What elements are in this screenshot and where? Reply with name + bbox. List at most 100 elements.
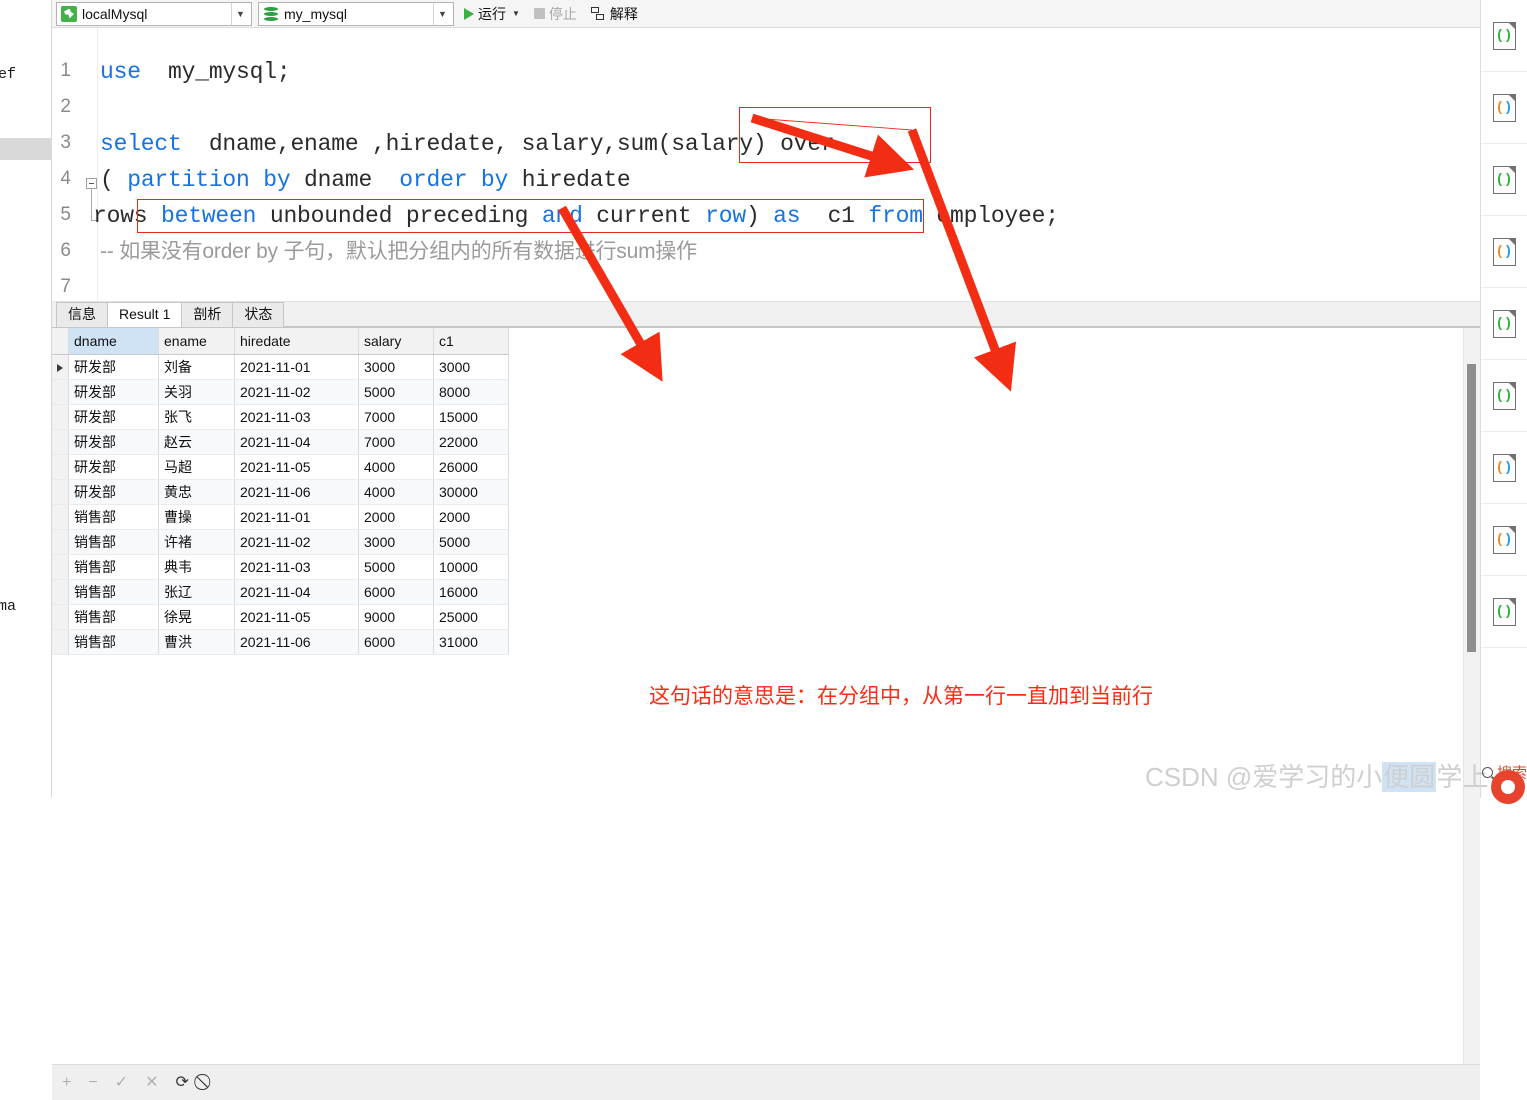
table-row[interactable]: 销售部 曹操 2021-11-01 2000 2000 [52,504,509,530]
cell-hiredate[interactable]: 2021-11-05 [234,454,359,480]
result-grid-body[interactable]: 研发部 刘备 2021-11-01 3000 3000 研发部 关羽 2021-11-02 50… [52,354,509,655]
chevron-down-icon[interactable]: ▼ [512,9,520,18]
cell-dname[interactable]: 研发部 [68,379,159,405]
rail-query-item-6[interactable]: () [1481,432,1527,504]
cell-c1[interactable]: 10000 [433,554,509,580]
cell-salary[interactable]: 4000 [358,479,434,505]
table-row[interactable]: 销售部 曹洪 2021-11-06 6000 31000 [52,629,509,655]
sql-code-editor[interactable]: 1 2 3 4 5 6 7 use my_mysql; select dname… [52,28,1480,302]
cell-dname[interactable]: 销售部 [68,504,159,530]
cell-dname[interactable]: 研发部 [68,404,159,430]
cell-hiredate[interactable]: 2021-11-04 [234,579,359,605]
cell-ename[interactable]: 关羽 [158,379,235,405]
table-row[interactable]: 销售部 徐晃 2021-11-05 9000 25000 [52,604,509,630]
column-header-salary[interactable]: salary [358,328,434,355]
cell-ename[interactable]: 典韦 [158,554,235,580]
cell-ename[interactable]: 赵云 [158,429,235,455]
cell-salary[interactable]: 3000 [358,354,434,380]
column-header-hiredate[interactable]: hiredate [234,328,359,355]
rail-query-item-4[interactable]: () [1481,288,1527,360]
result-tab-3[interactable]: 状态 [232,302,285,327]
rail-query-item-0[interactable]: () [1481,0,1527,72]
cell-hiredate[interactable]: 2021-11-05 [234,604,359,630]
column-header-ename[interactable]: ename [158,328,235,355]
cell-salary[interactable]: 2000 [358,504,434,530]
cell-salary[interactable]: 7000 [358,404,434,430]
cell-salary[interactable]: 6000 [358,579,434,605]
minus-icon[interactable]: − [88,1074,97,1091]
cell-dname[interactable]: 销售部 [68,604,159,630]
cell-c1[interactable]: 25000 [433,604,509,630]
table-row[interactable]: 销售部 许褚 2021-11-02 3000 5000 [52,529,509,555]
chevron-down-icon[interactable]: ▼ [433,2,451,25]
table-row[interactable]: 销售部 典韦 2021-11-03 5000 10000 [52,554,509,580]
cell-salary[interactable]: 6000 [358,629,434,655]
run-button[interactable]: 运行 ▼ [460,2,524,26]
cell-ename[interactable]: 张飞 [158,404,235,430]
cell-ename[interactable]: 徐晃 [158,604,235,630]
check-icon[interactable]: ✓ [115,1074,128,1091]
explain-button[interactable]: 解释 [587,2,642,26]
cell-hiredate[interactable]: 2021-11-02 [234,529,359,555]
cell-c1[interactable]: 31000 [433,629,509,655]
plus-icon[interactable]: + [62,1074,71,1091]
table-row[interactable]: 研发部 刘备 2021-11-01 3000 3000 [52,354,509,380]
table-row[interactable]: 研发部 赵云 2021-11-04 7000 22000 [52,429,509,455]
rail-query-item-8[interactable]: () [1481,576,1527,648]
result-grid-scrollbar[interactable] [1463,328,1480,1064]
result-tab-1[interactable]: Result 1 [107,302,183,327]
cell-c1[interactable]: 2000 [433,504,509,530]
cell-hiredate[interactable]: 2021-11-03 [234,404,359,430]
cell-ename[interactable]: 曹洪 [158,629,235,655]
cell-dname[interactable]: 销售部 [68,529,159,555]
cell-hiredate[interactable]: 2021-11-06 [234,629,359,655]
cell-dname[interactable]: 研发部 [68,354,159,380]
cell-ename[interactable]: 许褚 [158,529,235,555]
result-tab-2[interactable]: 剖析 [181,302,234,327]
database-select[interactable]: my_mysql ▼ [258,1,454,26]
cell-dname[interactable]: 销售部 [68,554,159,580]
scrollbar-thumb[interactable] [1467,364,1476,652]
cell-hiredate[interactable]: 2021-11-06 [234,479,359,505]
cell-salary[interactable]: 5000 [358,379,434,405]
cell-hiredate[interactable]: 2021-11-04 [234,429,359,455]
taskbar-browser-icon[interactable] [1491,770,1525,804]
cell-dname[interactable]: 研发部 [68,429,159,455]
rail-query-item-3[interactable]: () [1481,216,1527,288]
cell-hiredate[interactable]: 2021-11-01 [234,354,359,380]
result-tab-0[interactable]: 信息 [56,302,108,327]
table-row[interactable]: 研发部 关羽 2021-11-02 5000 8000 [52,379,509,405]
rail-query-item-7[interactable]: () [1481,504,1527,576]
stop-button[interactable]: 停止 [530,2,581,26]
cell-c1[interactable]: 16000 [433,579,509,605]
table-row[interactable]: 研发部 黄忠 2021-11-06 4000 30000 [52,479,509,505]
code-fold-toggle[interactable] [86,178,97,189]
cell-dname[interactable]: 研发部 [68,454,159,480]
rail-query-item-5[interactable]: () [1481,360,1527,432]
cell-ename[interactable]: 刘备 [158,354,235,380]
cell-c1[interactable]: 5000 [433,529,509,555]
cell-salary[interactable]: 9000 [358,604,434,630]
connection-select[interactable]: localMysql ▼ [56,1,252,26]
result-grid[interactable]: dname ename hiredate salary c1 研发部 刘备 2021-11-… [52,328,509,655]
cell-c1[interactable]: 3000 [433,354,509,380]
cell-c1[interactable]: 30000 [433,479,509,505]
cell-dname[interactable]: 销售部 [68,579,159,605]
table-row[interactable]: 研发部 张飞 2021-11-03 7000 15000 [52,404,509,430]
cell-dname[interactable]: 研发部 [68,479,159,505]
refresh-icon[interactable]: ⟳ [176,1074,189,1091]
cell-salary[interactable]: 4000 [358,454,434,480]
chevron-down-icon[interactable]: ▼ [231,2,249,25]
table-row[interactable]: 研发部 马超 2021-11-05 4000 26000 [52,454,509,480]
cell-hiredate[interactable]: 2021-11-03 [234,554,359,580]
cell-c1[interactable]: 22000 [433,429,509,455]
cell-salary[interactable]: 7000 [358,429,434,455]
rail-query-item-2[interactable]: () [1481,144,1527,216]
cell-ename[interactable]: 黄忠 [158,479,235,505]
cell-ename[interactable]: 马超 [158,454,235,480]
cell-c1[interactable]: 8000 [433,379,509,405]
cell-c1[interactable]: 15000 [433,404,509,430]
cell-ename[interactable]: 张辽 [158,579,235,605]
cell-hiredate[interactable]: 2021-11-02 [234,379,359,405]
cell-hiredate[interactable]: 2021-11-01 [234,504,359,530]
